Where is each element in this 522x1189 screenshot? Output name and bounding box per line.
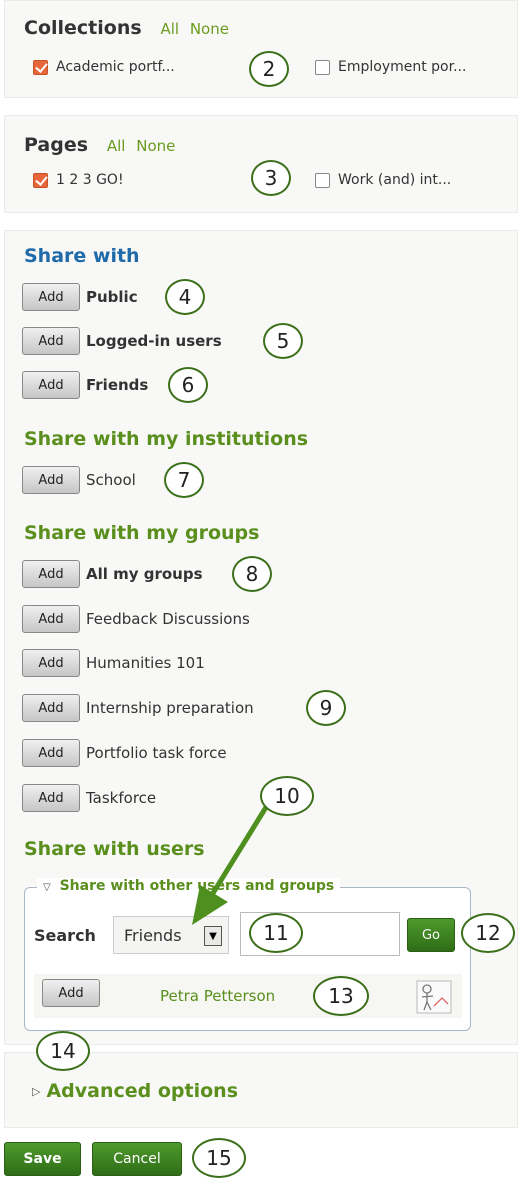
share-item-logged-in-users: Add Logged-in users bbox=[22, 327, 222, 355]
add-button[interactable]: Add bbox=[22, 649, 80, 677]
callout-14: 14 bbox=[36, 1031, 90, 1071]
share-with-title: Share with bbox=[24, 245, 140, 267]
add-button[interactable]: Add bbox=[22, 466, 80, 494]
page-item[interactable]: 1 2 3 GO! bbox=[33, 172, 124, 188]
pages-select-all-link[interactable]: All bbox=[107, 137, 126, 155]
page-checkbox[interactable] bbox=[315, 172, 330, 188]
add-button[interactable]: Add bbox=[22, 327, 80, 355]
callout-11: 11 bbox=[249, 913, 303, 953]
collections-header: Collections All None bbox=[24, 17, 235, 39]
share-item-school: Add School bbox=[22, 466, 136, 494]
pages-select-none-link[interactable]: None bbox=[136, 137, 175, 155]
share-item-label: Logged-in users bbox=[86, 332, 222, 350]
add-button[interactable]: Add bbox=[22, 605, 80, 633]
callout-6: 6 bbox=[168, 367, 208, 403]
add-button[interactable]: Add bbox=[22, 784, 80, 812]
page-checkbox[interactable] bbox=[33, 172, 48, 188]
group-label: Humanities 101 bbox=[86, 654, 205, 672]
advanced-options-label: Advanced options bbox=[46, 1080, 239, 1102]
user-profile-link[interactable]: Petra Petterson bbox=[160, 987, 275, 1005]
collection-checkbox[interactable] bbox=[33, 59, 48, 75]
group-item: Add All my groups bbox=[22, 560, 203, 588]
add-button[interactable]: Add bbox=[22, 283, 80, 311]
add-button[interactable]: Add bbox=[22, 739, 80, 767]
group-item: Add Taskforce bbox=[22, 784, 156, 812]
share-item-label: Friends bbox=[86, 376, 149, 394]
user-avatar-icon bbox=[416, 980, 452, 1014]
search-scope-value: Friends bbox=[124, 925, 182, 945]
pages-header: Pages All None bbox=[24, 134, 181, 156]
collection-label: Academic portf... bbox=[56, 59, 175, 75]
triangle-down-icon: ▽ bbox=[43, 882, 51, 893]
group-item: Add Internship preparation bbox=[22, 694, 254, 722]
callout-3: 3 bbox=[251, 160, 291, 196]
group-item: Add Portfolio task force bbox=[22, 739, 227, 767]
collection-checkbox[interactable] bbox=[315, 59, 330, 75]
callout-8: 8 bbox=[232, 556, 272, 592]
page-item[interactable]: Work (and) int... bbox=[315, 172, 451, 188]
group-label: Internship preparation bbox=[86, 699, 254, 717]
share-item-label: Public bbox=[86, 288, 138, 306]
advanced-options-toggle[interactable]: ▷ Advanced options bbox=[32, 1080, 238, 1102]
group-item: Add Feedback Discussions bbox=[22, 605, 250, 633]
add-button[interactable]: Add bbox=[22, 694, 80, 722]
collection-item[interactable]: Employment por... bbox=[315, 59, 466, 75]
add-button[interactable]: Add bbox=[22, 371, 80, 399]
save-button[interactable]: Save bbox=[4, 1142, 81, 1176]
page-label: Work (and) int... bbox=[338, 172, 452, 188]
group-item: Add Humanities 101 bbox=[22, 649, 205, 677]
callout-7: 7 bbox=[164, 462, 204, 498]
add-button[interactable]: Add bbox=[42, 979, 100, 1007]
group-label: Portfolio task force bbox=[86, 744, 227, 762]
page-label: 1 2 3 GO! bbox=[56, 172, 124, 188]
callout-10: 10 bbox=[260, 776, 314, 816]
triangle-right-icon: ▷ bbox=[32, 1084, 41, 1098]
share-item-public: Add Public bbox=[22, 283, 138, 311]
search-result-row: Add Petra Petterson bbox=[34, 974, 462, 1018]
collections-select-none-link[interactable]: None bbox=[190, 20, 229, 38]
cancel-button[interactable]: Cancel bbox=[92, 1142, 182, 1176]
groups-title: Share with my groups bbox=[24, 522, 260, 544]
group-label: All my groups bbox=[86, 565, 203, 583]
collections-select-all-link[interactable]: All bbox=[160, 20, 179, 38]
collection-label: Employment por... bbox=[338, 59, 467, 75]
callout-9: 9 bbox=[306, 690, 346, 726]
callout-13: 13 bbox=[313, 976, 369, 1016]
go-button[interactable]: Go bbox=[407, 918, 455, 952]
callout-2: 2 bbox=[249, 51, 289, 87]
collections-title: Collections bbox=[24, 17, 142, 39]
share-item-friends: Add Friends bbox=[22, 371, 148, 399]
add-button[interactable]: Add bbox=[22, 560, 80, 588]
share-item-label: School bbox=[86, 471, 136, 489]
callout-12: 12 bbox=[461, 913, 515, 953]
collection-item[interactable]: Academic portf... bbox=[33, 59, 175, 75]
callout-15: 15 bbox=[192, 1138, 246, 1178]
pages-title: Pages bbox=[24, 134, 89, 156]
group-label: Taskforce bbox=[86, 789, 157, 807]
search-label: Search bbox=[34, 926, 96, 945]
group-label: Feedback Discussions bbox=[86, 610, 250, 628]
institutions-title: Share with my institutions bbox=[24, 428, 309, 450]
callout-4: 4 bbox=[165, 279, 205, 315]
users-title: Share with users bbox=[24, 838, 205, 860]
callout-5: 5 bbox=[263, 323, 303, 359]
